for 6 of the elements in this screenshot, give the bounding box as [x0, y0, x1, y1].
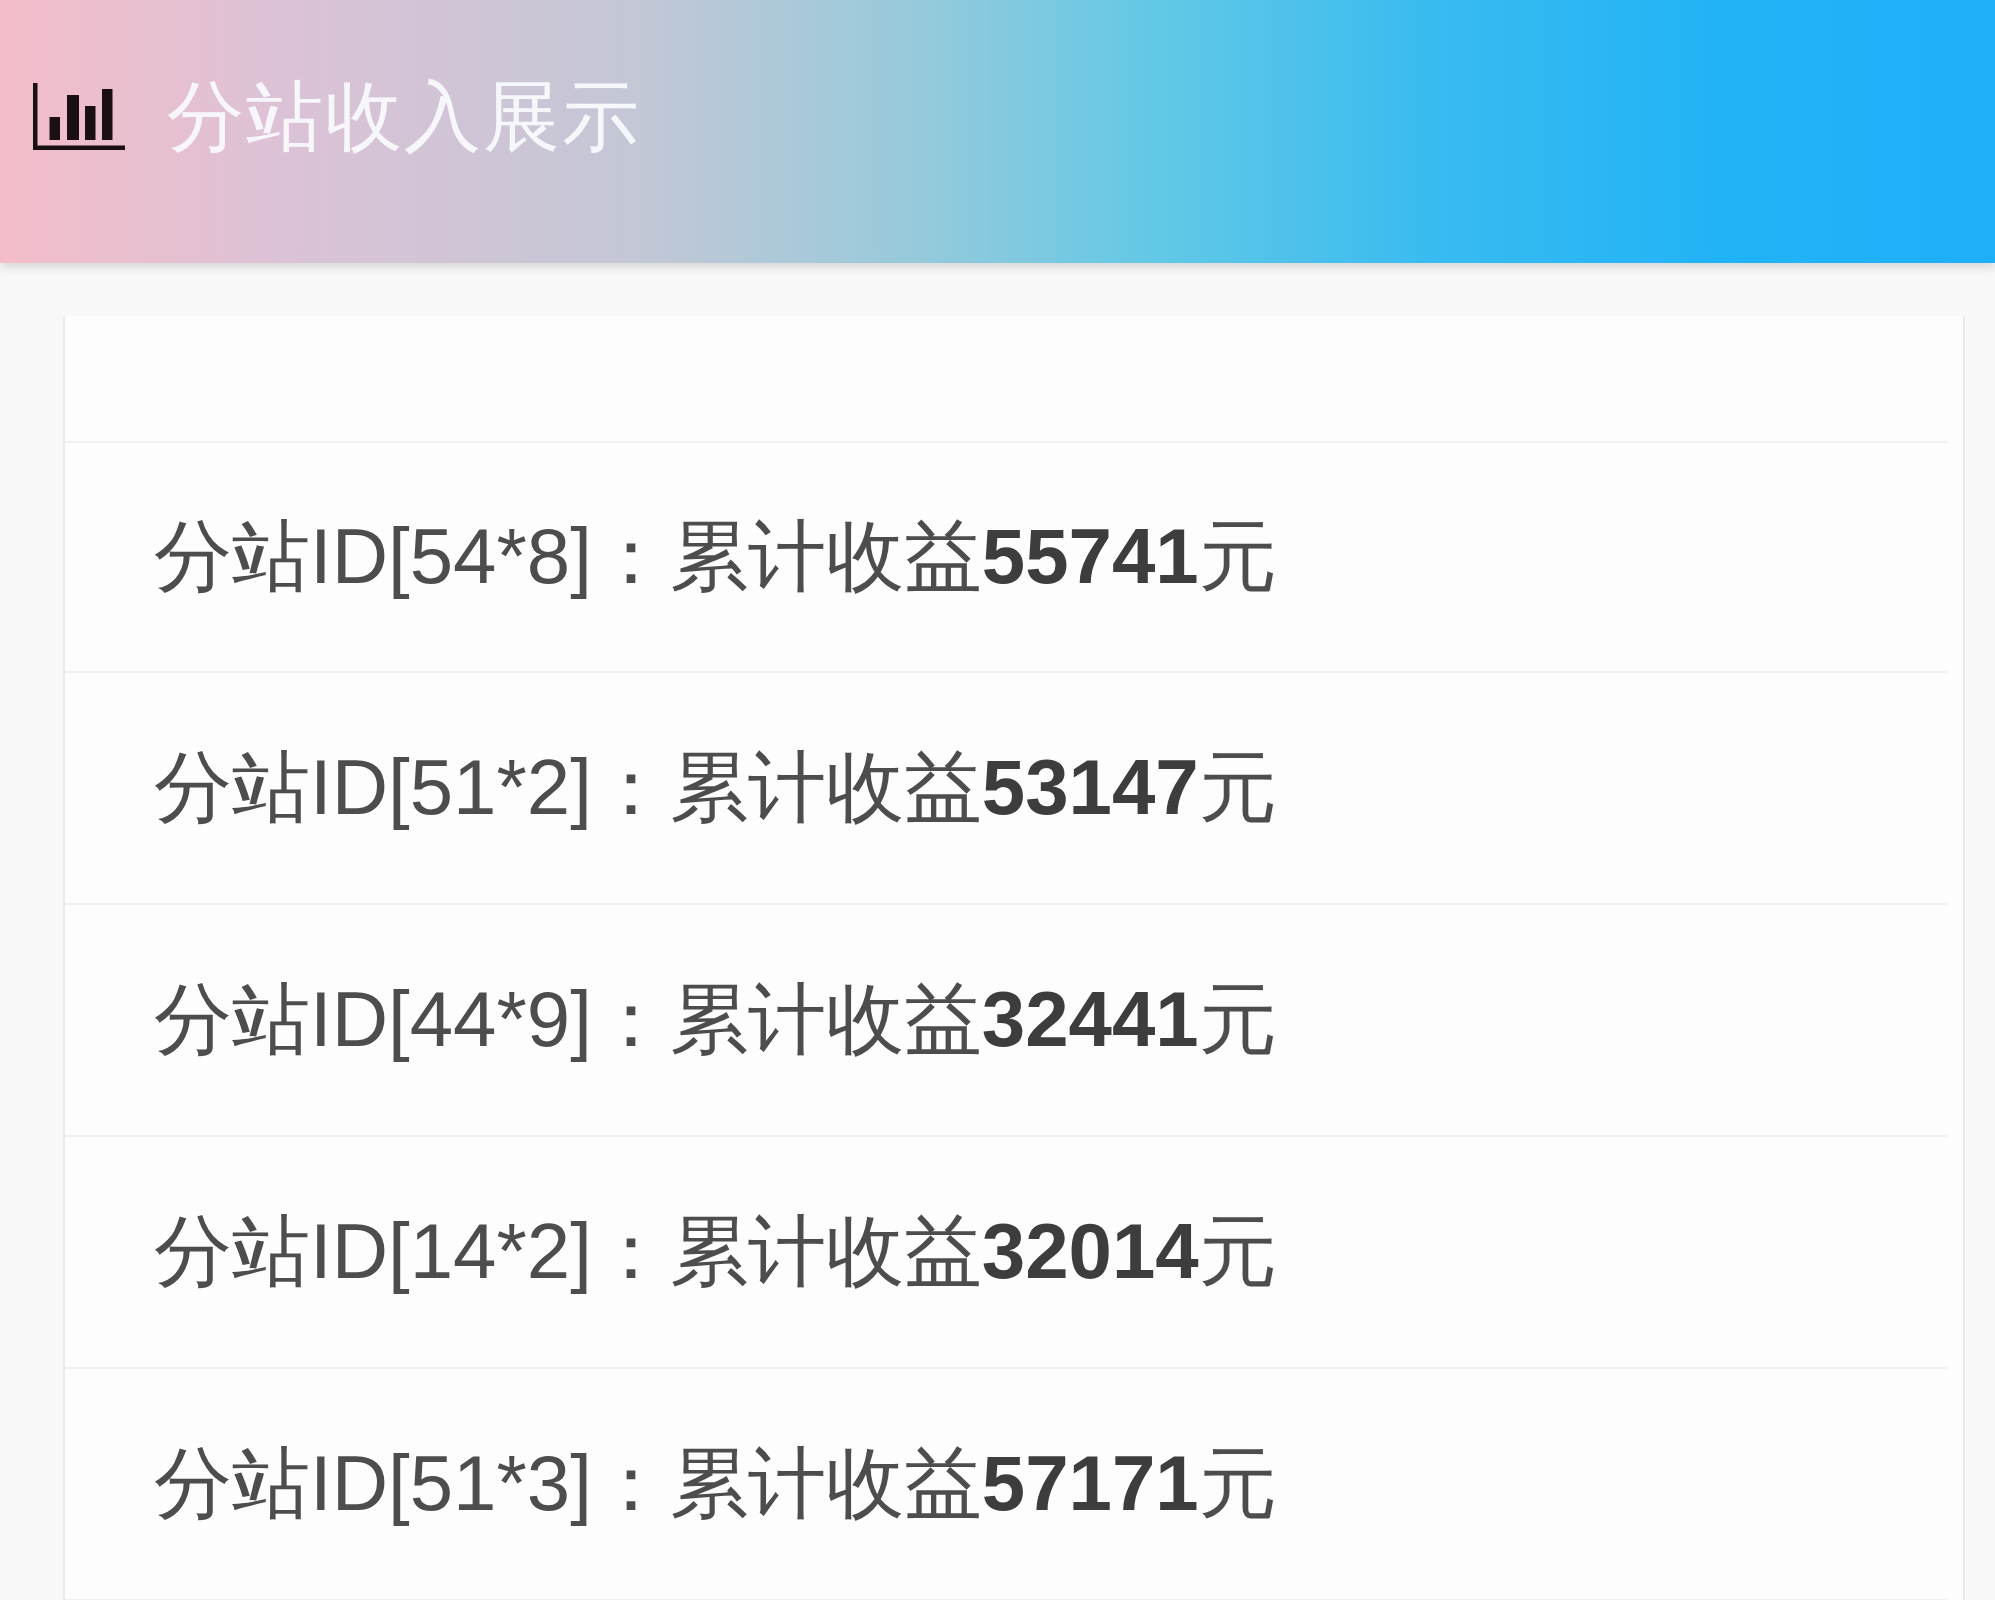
income-text: 分站ID[51*2]：累计收益53147元 — [154, 743, 1277, 833]
income-text: 分站ID[44*9]：累计收益32441元 — [154, 975, 1277, 1065]
income-text: 分站ID[54*8]：累计收益55741元 — [154, 512, 1277, 602]
income-text: 分站ID[51*3]：累计收益57171元 — [154, 1439, 1277, 1529]
income-text: 分站ID[14*2]：累计收益32014元 — [154, 1207, 1277, 1297]
bar-chart-icon — [33, 83, 125, 150]
